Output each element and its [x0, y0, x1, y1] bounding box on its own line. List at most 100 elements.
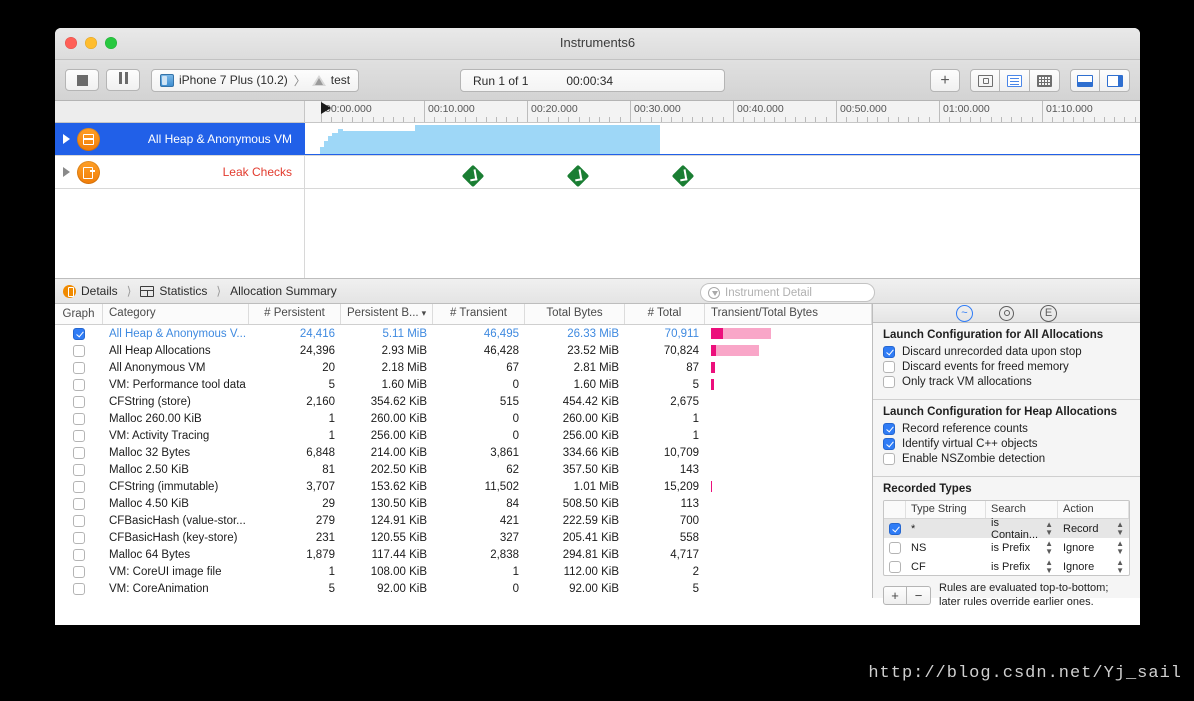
- col-header-transient-total-bytes[interactable]: Transient/Total Bytes: [705, 304, 872, 324]
- record-settings-tab[interactable]: ~: [956, 304, 974, 322]
- col-header-persistent[interactable]: # Persistent: [249, 304, 341, 324]
- stepper-icon[interactable]: ▲▼: [1045, 559, 1053, 575]
- recorded-type-checkbox[interactable]: [889, 561, 901, 573]
- leak-check-pass-icon[interactable]: [672, 165, 695, 188]
- right-pane-button[interactable]: [1100, 69, 1130, 92]
- col-header-transient[interactable]: # Transient: [433, 304, 525, 324]
- row-graph-checkbox[interactable]: [73, 532, 85, 544]
- recorded-type-row[interactable]: CFis Prefix▲▼Ignore▲▼: [884, 557, 1129, 576]
- row-graph-checkbox[interactable]: [73, 379, 85, 391]
- checkbox[interactable]: [883, 376, 895, 388]
- table-row[interactable]: NSPathStore222878.66 KiB2,027593.56 KiB2…: [55, 597, 872, 598]
- recorded-type-checkbox[interactable]: [889, 523, 901, 535]
- checkbox[interactable]: [883, 346, 895, 358]
- run-status-box[interactable]: Run 1 of 1 00:00:34: [460, 69, 725, 92]
- timeline-ruler[interactable]: 00:00.00000:10.00000:20.00000:30.00000:4…: [305, 101, 1140, 122]
- table-row[interactable]: VM: CoreUI image file1108.00 KiB1112.00 …: [55, 563, 872, 580]
- table-row[interactable]: Malloc 2.50 KiB81202.50 KiB62357.50 KiB1…: [55, 461, 872, 478]
- option-identify-virtual-cpp-objects[interactable]: Identify virtual C++ objects: [883, 438, 1130, 450]
- display-settings-tab[interactable]: [998, 304, 1016, 322]
- row-graph-checkbox[interactable]: [73, 447, 85, 459]
- breadcrumb-statistics[interactable]: Statistics: [159, 284, 207, 298]
- table-row[interactable]: All Heap & Anonymous V...24,4165.11 MiB4…: [55, 325, 872, 342]
- recorded-type-action[interactable]: Record▲▼: [1058, 521, 1129, 537]
- checkbox[interactable]: [883, 423, 895, 435]
- track-header[interactable]: All Heap & Anonymous VM: [55, 123, 305, 155]
- disclosure-triangle-icon[interactable]: [63, 167, 70, 177]
- instrument-detail-search[interactable]: Instrument Detail: [700, 283, 875, 302]
- leak-check-pass-icon[interactable]: [567, 165, 590, 188]
- pause-button[interactable]: [106, 69, 140, 91]
- row-graph-checkbox[interactable]: [73, 362, 85, 374]
- col-header-total[interactable]: # Total: [625, 304, 705, 324]
- recorded-type-action[interactable]: Ignore▲▼: [1058, 559, 1129, 575]
- recorded-type-search[interactable]: is Contain...▲▼: [986, 517, 1058, 541]
- track-lane-allocations[interactable]: [305, 123, 1140, 155]
- row-graph-checkbox[interactable]: [73, 583, 85, 595]
- col-header-type-string[interactable]: Type String: [906, 501, 986, 518]
- recorded-type-string[interactable]: CF: [906, 561, 986, 573]
- row-graph-checkbox[interactable]: [73, 481, 85, 493]
- table-row[interactable]: All Heap Allocations24,3962.93 MiB46,428…: [55, 342, 872, 359]
- table-row[interactable]: Malloc 4.50 KiB29130.50 KiB84508.50 KiB1…: [55, 495, 872, 512]
- breadcrumb-details[interactable]: Details: [81, 284, 118, 298]
- checkbox[interactable]: [883, 361, 895, 373]
- col-header-graph[interactable]: Graph: [55, 304, 103, 324]
- track-lane-leaks[interactable]: [305, 156, 1140, 188]
- option-discard-unrecorded-data[interactable]: Discard unrecorded data upon stop: [883, 346, 1130, 358]
- row-graph-checkbox[interactable]: [73, 498, 85, 510]
- track-all-heap-and-anonymous-vm[interactable]: All Heap & Anonymous VM: [55, 123, 1140, 156]
- row-graph-checkbox[interactable]: [73, 515, 85, 527]
- recorded-type-row[interactable]: NSis Prefix▲▼Ignore▲▼: [884, 538, 1129, 557]
- track-leak-checks[interactable]: Leak Checks: [55, 156, 1140, 189]
- table-row[interactable]: CFBasicHash (value-stor...279124.91 KiB4…: [55, 512, 872, 529]
- add-instrument-button[interactable]: +: [930, 69, 960, 92]
- row-graph-checkbox[interactable]: [73, 396, 85, 408]
- recorded-type-search[interactable]: is Prefix▲▼: [986, 540, 1058, 556]
- table-row[interactable]: CFString (store)2,160354.62 KiB515454.42…: [55, 393, 872, 410]
- option-record-reference-counts[interactable]: Record reference counts: [883, 423, 1130, 435]
- col-header-category[interactable]: Category: [103, 304, 249, 324]
- table-row[interactable]: VM: Performance tool data51.60 MiB01.60 …: [55, 376, 872, 393]
- list-view-button[interactable]: [1000, 69, 1030, 92]
- recorded-type-string[interactable]: NS: [906, 542, 986, 554]
- row-graph-checkbox[interactable]: [73, 345, 85, 357]
- recorded-type-search[interactable]: is Prefix▲▼: [986, 559, 1058, 575]
- stepper-icon[interactable]: ▲▼: [1116, 521, 1124, 537]
- recorded-type-action[interactable]: Ignore▲▼: [1058, 540, 1129, 556]
- col-header-persistent-bytes[interactable]: Persistent B...▾: [341, 304, 433, 324]
- row-graph-checkbox[interactable]: [73, 464, 85, 476]
- add-rule-button[interactable]: +: [883, 586, 907, 605]
- table-row[interactable]: Malloc 64 Bytes1,879117.44 KiB2,838294.8…: [55, 546, 872, 563]
- row-graph-checkbox[interactable]: [73, 566, 85, 578]
- stepper-icon[interactable]: ▲▼: [1116, 559, 1124, 575]
- row-graph-checkbox[interactable]: [73, 430, 85, 442]
- table-row[interactable]: VM: CoreAnimation592.00 KiB092.00 KiB5: [55, 580, 872, 597]
- disclosure-triangle-icon[interactable]: [63, 134, 70, 144]
- option-enable-nszombie-detection[interactable]: Enable NSZombie detection: [883, 453, 1130, 465]
- option-only-track-vm-allocations[interactable]: Only track VM allocations: [883, 376, 1130, 388]
- table-row[interactable]: Malloc 32 Bytes6,848214.00 KiB3,861334.6…: [55, 444, 872, 461]
- option-discard-freed-memory-events[interactable]: Discard events for freed memory: [883, 361, 1130, 373]
- table-row[interactable]: CFString (immutable)3,707153.62 KiB11,50…: [55, 478, 872, 495]
- track-header[interactable]: Leak Checks: [55, 156, 305, 188]
- breadcrumb-allocation-summary[interactable]: Allocation Summary: [230, 284, 337, 298]
- table-row[interactable]: VM: Activity Tracing1256.00 KiB0256.00 K…: [55, 427, 872, 444]
- stepper-icon[interactable]: ▲▼: [1045, 540, 1053, 556]
- keypad-view-button[interactable]: [1030, 69, 1060, 92]
- table-row[interactable]: Malloc 260.00 KiB1260.00 KiB0260.00 KiB1: [55, 410, 872, 427]
- filter-icon[interactable]: [708, 287, 720, 299]
- recorded-type-checkbox[interactable]: [889, 542, 901, 554]
- col-header-total-bytes[interactable]: Total Bytes: [525, 304, 625, 324]
- checkbox[interactable]: [883, 438, 895, 450]
- bottom-pane-button[interactable]: [1070, 69, 1100, 92]
- stepper-icon[interactable]: ▲▼: [1045, 521, 1053, 537]
- col-header-search[interactable]: Search: [986, 501, 1058, 518]
- recorded-type-string[interactable]: *: [906, 523, 986, 535]
- checkbox[interactable]: [883, 453, 895, 465]
- table-row[interactable]: CFBasicHash (key-store)231120.55 KiB3272…: [55, 529, 872, 546]
- instrument-settings-button[interactable]: [970, 69, 1000, 92]
- row-graph-checkbox[interactable]: [73, 413, 85, 425]
- playhead-icon[interactable]: [321, 102, 331, 114]
- row-graph-checkbox[interactable]: [73, 328, 85, 340]
